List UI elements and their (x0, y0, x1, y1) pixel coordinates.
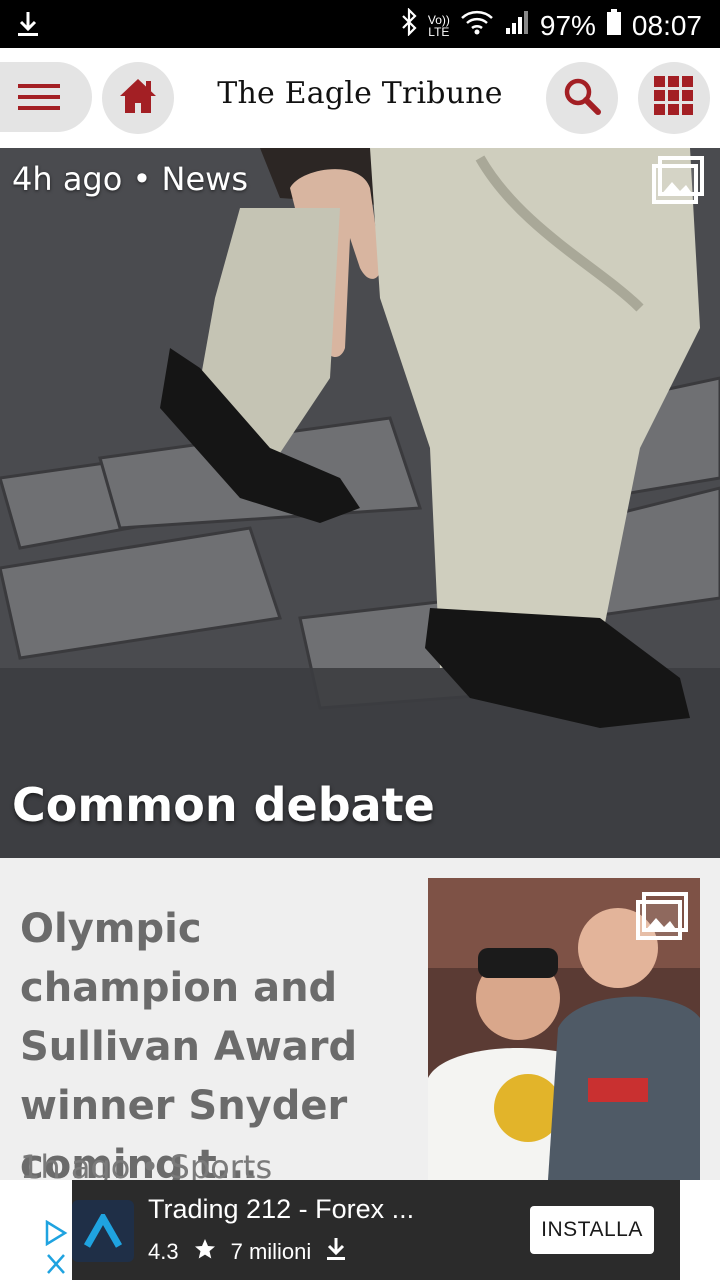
hero-story-card[interactable]: 4h ago • News Common debate (0, 148, 720, 858)
story-meta: 1h ago • Sports (20, 1148, 273, 1180)
battery-icon (606, 8, 622, 43)
battery-percent: 97% (539, 9, 596, 41)
brand-title: The Eagle Tribune (217, 76, 503, 111)
signal-icon (504, 8, 530, 43)
ad-rating: 4.3 (148, 1239, 179, 1264)
bluetooth-icon (400, 7, 418, 43)
adchoices-icon[interactable] (44, 1219, 68, 1250)
download-count-icon (325, 1236, 347, 1268)
ad-install-button[interactable]: INSTALLA (530, 1206, 654, 1254)
home-icon (118, 77, 158, 119)
lte-indicator: Vo)) LTE (427, 12, 450, 39)
ad-banner[interactable]: Trading 212 - Forex ... 4.3 7 milioni IN… (72, 1180, 680, 1280)
home-button[interactable] (102, 62, 174, 134)
status-bar: Vo)) LTE 97% 08:07 (0, 0, 720, 48)
hero-title: Common debate (12, 778, 435, 832)
star-icon (193, 1237, 217, 1267)
hero-image (0, 148, 720, 858)
story-title: Olympic champion and Sullivan Award winn… (20, 906, 358, 1180)
search-icon (563, 77, 601, 119)
gallery-icon (652, 156, 704, 204)
story-card[interactable]: Olympic champion and Sullivan Award winn… (0, 858, 720, 1180)
grid-icon (654, 76, 694, 120)
thumbnail-gallery-icon (636, 892, 688, 940)
sections-button[interactable] (638, 62, 710, 134)
ad-subtitle: 4.3 7 milioni (148, 1236, 347, 1268)
app-header: The Eagle Tribune (0, 48, 720, 146)
download-icon (16, 10, 40, 45)
ad-downloads: 7 milioni (230, 1239, 312, 1264)
clock: 08:07 (631, 9, 702, 41)
menu-icon (18, 82, 62, 116)
wifi-icon (460, 8, 494, 43)
search-button[interactable] (546, 62, 618, 134)
ad-controls (40, 1218, 72, 1280)
close-icon[interactable] (45, 1252, 67, 1280)
story-thumbnail (428, 878, 700, 1180)
ad-app-logo (72, 1200, 134, 1262)
hero-meta: 4h ago • News (12, 160, 248, 198)
menu-button[interactable] (0, 62, 92, 132)
ad-title: Trading 212 - Forex ... (148, 1194, 415, 1224)
